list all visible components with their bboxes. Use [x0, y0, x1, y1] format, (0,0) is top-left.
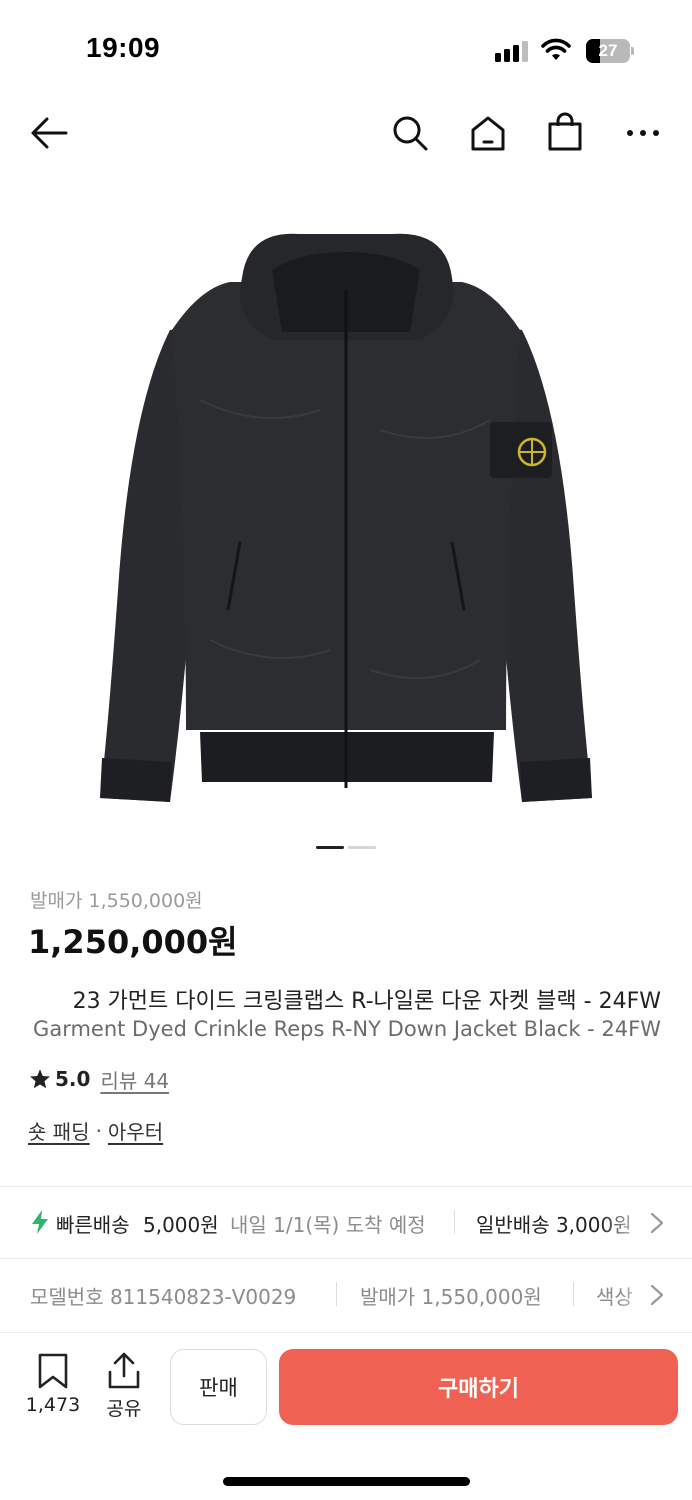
review-link[interactable]: 리뷰 44 [100, 1065, 169, 1094]
search-icon[interactable] [391, 114, 429, 152]
divider [0, 1186, 692, 1187]
fast-delivery-label: 빠른배송 [56, 1213, 130, 1237]
fast-delivery-price: 5,000원 [143, 1213, 219, 1237]
wishlist-count: 1,473 [25, 1394, 81, 1416]
rating-score: 5.0 [55, 1067, 91, 1091]
home-icon[interactable] [469, 114, 507, 152]
spec-release-price: 발매가 1,550,000원 [360, 1285, 542, 1309]
delivery-eta: 내일 1/1(목) 도착 예정 [230, 1213, 426, 1237]
share-icon [108, 1352, 140, 1389]
pager-dot[interactable] [348, 846, 376, 849]
category-breadcrumb: 숏 패딩 · 아우터 [28, 1116, 163, 1145]
status-bar: 19:09 27 [0, 0, 692, 100]
divider [0, 1258, 692, 1259]
home-indicator[interactable] [223, 1477, 470, 1486]
sell-button[interactable]: 판매 [170, 1349, 267, 1425]
product-title-english: Garment Dyed Crinkle Reps R-NY Down Jack… [33, 1017, 661, 1041]
release-price: 발매가 1,550,000원 [30, 890, 203, 912]
product-specs-row[interactable]: 모델번호 811540823-V0029 발매가 1,550,000원 색상 [0, 1260, 692, 1328]
share-label: 공유 [106, 1398, 142, 1420]
bookmark-icon [38, 1353, 68, 1389]
category-separator: · [95, 1118, 102, 1143]
product-price: 1,250,000원 [28, 923, 238, 961]
divider [454, 1210, 455, 1234]
battery-level: 27 [598, 41, 618, 60]
product-title-korean: 23 가먼트 다이드 크링클랩스 R-나일론 다운 자켓 블랙 - 24FW [72, 989, 661, 1014]
category-link-short-padding[interactable]: 숏 패딩 [28, 1116, 90, 1145]
divider [573, 1282, 574, 1306]
wifi-icon [541, 38, 571, 60]
rating-row: 5.0 리뷰 44 [29, 1065, 169, 1093]
battery-icon: 27 [586, 39, 634, 63]
wishlist-button[interactable]: 1,473 [22, 1352, 84, 1416]
share-button[interactable]: 공유 [100, 1352, 148, 1421]
cellular-signal-icon [495, 40, 531, 62]
delivery-options-row[interactable]: 빠른배송 5,000원 내일 1/1(목) 도착 예정 일반배송 3,000원 [0, 1188, 692, 1256]
chevron-right-icon[interactable] [650, 1284, 664, 1306]
category-link-outer[interactable]: 아우터 [108, 1116, 163, 1145]
pager-dot-active[interactable] [316, 846, 344, 849]
buy-button[interactable]: 구매하기 [279, 1349, 678, 1425]
image-pager [316, 846, 376, 849]
back-arrow-icon[interactable] [29, 116, 69, 150]
top-nav [0, 100, 692, 170]
model-number: 모델번호 811540823-V0029 [30, 1285, 297, 1309]
chevron-right-icon[interactable] [650, 1212, 664, 1234]
more-icon[interactable] [626, 128, 660, 138]
shopping-bag-icon[interactable] [546, 112, 584, 152]
lightning-bolt-icon [32, 1210, 48, 1234]
status-time: 19:09 [86, 32, 161, 63]
divider [336, 1282, 337, 1306]
star-icon [30, 1069, 50, 1089]
product-image[interactable] [0, 170, 692, 830]
